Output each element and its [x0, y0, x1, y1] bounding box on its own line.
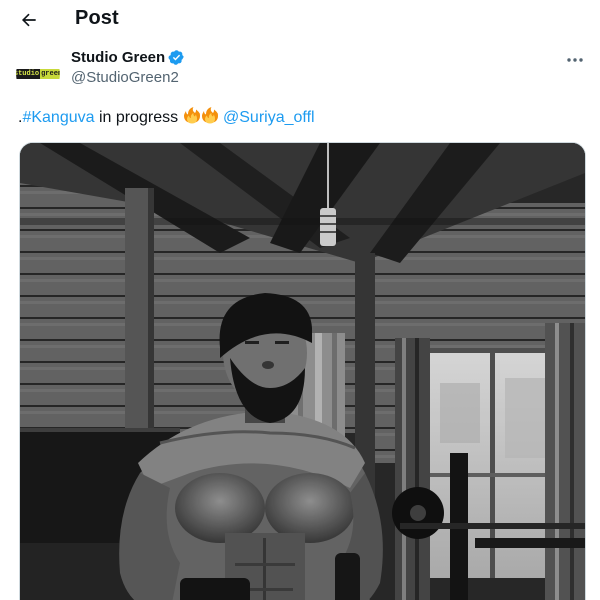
studio-green-logo: studiogreen [16, 69, 60, 79]
logo-part-green: green [40, 69, 60, 79]
post-photo[interactable] [19, 142, 586, 600]
more-dots-icon [567, 58, 583, 62]
avatar[interactable]: studiogreen [16, 52, 60, 96]
mention-link[interactable]: @Suriya_offl [223, 109, 315, 126]
photo-illustration [20, 143, 585, 600]
fire-emoji-icon [183, 107, 201, 124]
logo-part-studio: studio [16, 69, 41, 79]
tweet-text: .#Kanguva in progress @Suriya_offl [18, 107, 315, 129]
page-title: Post [75, 7, 119, 29]
display-name[interactable]: Studio Green [71, 49, 165, 66]
tweet-body-text: in progress [94, 109, 183, 126]
back-button[interactable] [14, 6, 44, 34]
fire-emoji-icon [201, 107, 219, 124]
more-options-button[interactable] [560, 50, 590, 70]
post-page: Post studiogreen Studio Green @StudioGre… [0, 0, 600, 600]
name-row: Studio Green [71, 49, 185, 66]
hashtag-link[interactable]: #Kanguva [22, 109, 94, 126]
author-row: studiogreen Studio Green @StudioGreen2 [0, 44, 600, 96]
arrow-left-icon [21, 13, 36, 27]
post-header: Post [0, 0, 600, 40]
verified-badge-icon[interactable] [168, 49, 185, 66]
author-handle[interactable]: @StudioGreen2 [71, 69, 179, 86]
